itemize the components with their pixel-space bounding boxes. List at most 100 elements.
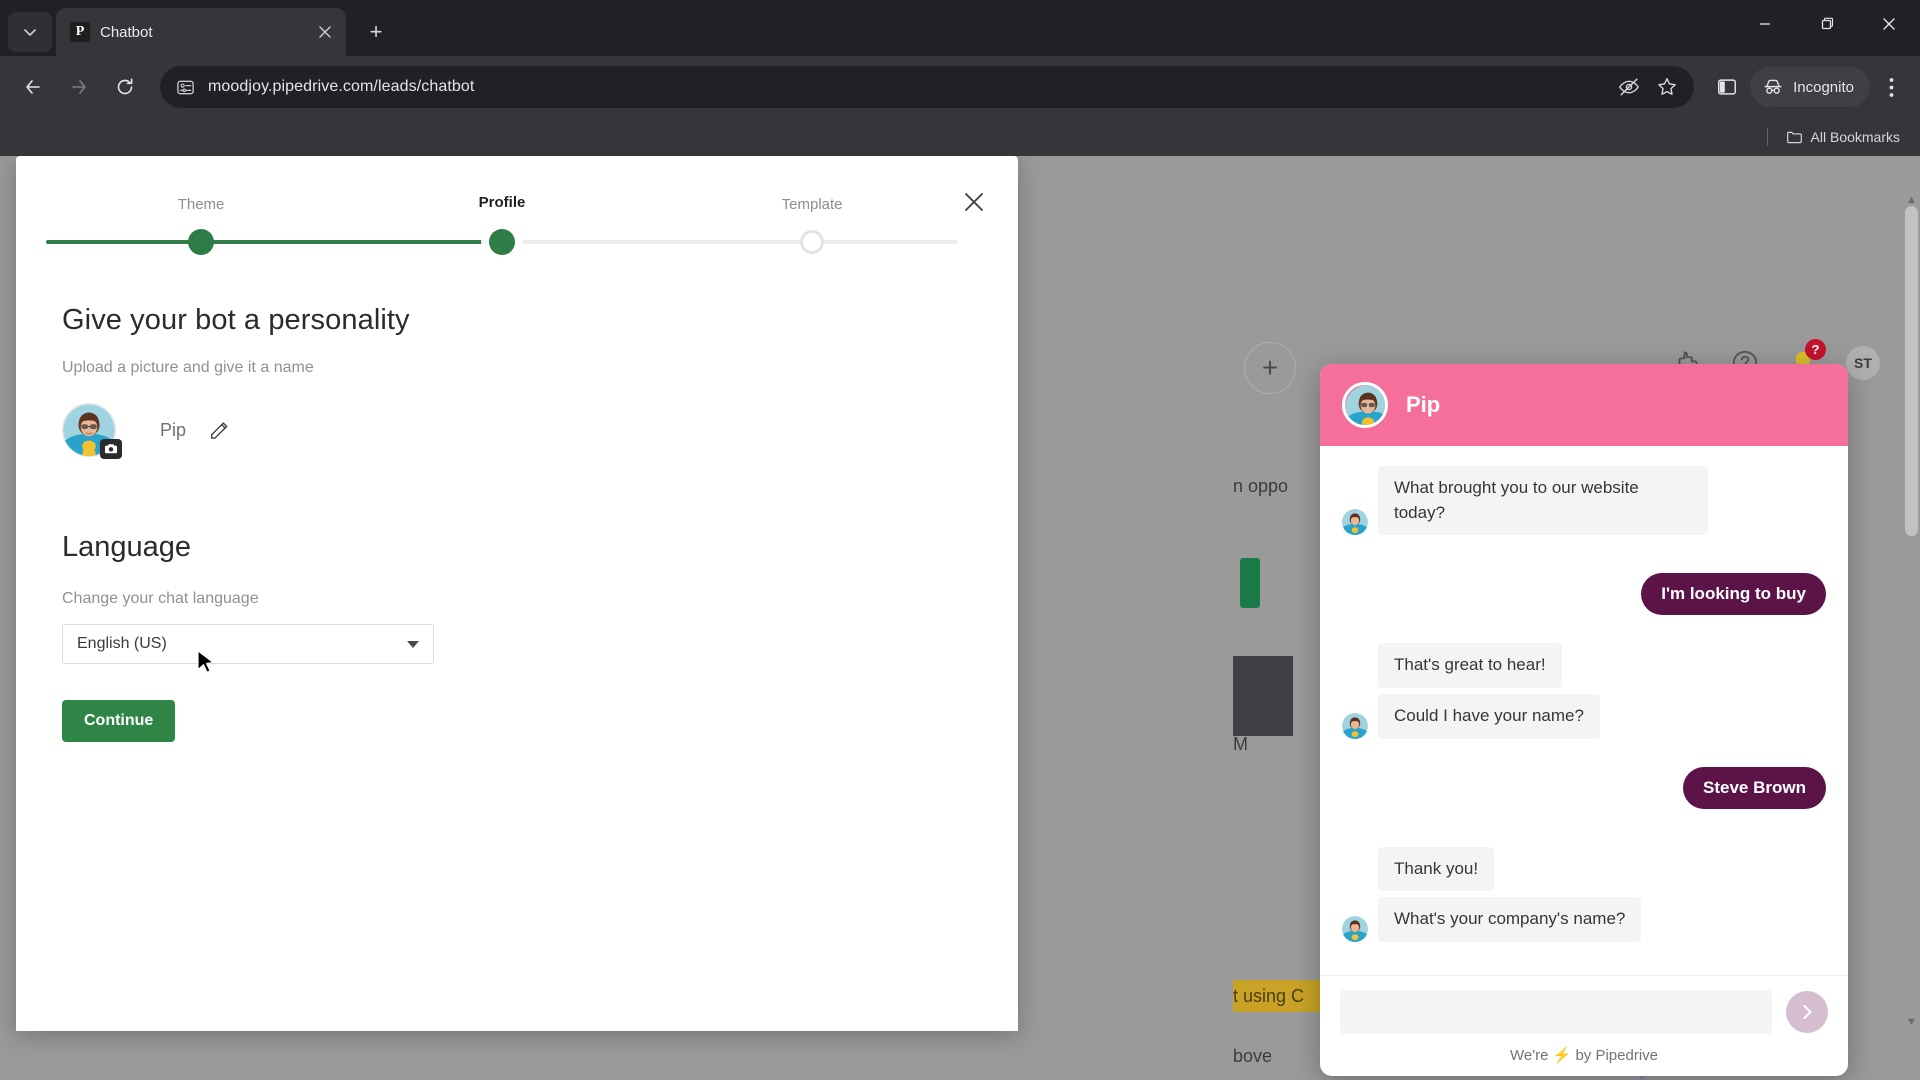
chat-credit: We're ⚡ by Pipedrive — [1340, 1046, 1828, 1064]
back-button[interactable] — [12, 66, 54, 108]
browser-toolbar: moodjoy.pipedrive.com/leads/chatbot Inco… — [0, 56, 1920, 118]
tab-close-button[interactable] — [314, 21, 336, 43]
page-viewport: + ? ST n oppo M t using C bove ▲ ▼ Theme… — [0, 156, 1920, 1080]
minimize-icon — [1760, 23, 1770, 25]
maximize-button[interactable] — [1796, 0, 1858, 48]
setup-stepper: Theme Profile Template — [46, 184, 958, 268]
step-dot-theme[interactable] — [188, 229, 215, 255]
add-button[interactable]: + — [1244, 342, 1296, 394]
back-arrow-icon — [26, 80, 40, 94]
chat-send-button[interactable] — [1786, 991, 1828, 1033]
minimize-button[interactable] — [1734, 0, 1796, 48]
bot-avatar-upload[interactable] — [62, 403, 122, 459]
page-title: Give your bot a personality — [62, 304, 410, 336]
camera-icon[interactable] — [100, 439, 122, 459]
reload-button[interactable] — [104, 66, 146, 108]
chat-bubble-bot: What's your company's name? — [1378, 897, 1642, 942]
bookmarks-bar: All Bookmarks — [0, 118, 1920, 156]
folder-icon — [1786, 131, 1802, 143]
background-green-bar — [1240, 558, 1260, 608]
close-window-button[interactable] — [1858, 0, 1920, 48]
bolt-icon: ⚡ — [1552, 1047, 1572, 1064]
chat-input-row — [1340, 990, 1828, 1034]
browser-window: P Chatbot + moodjoy.pipedrive.com/leads/… — [0, 0, 1920, 1080]
close-icon — [1883, 18, 1895, 30]
step-label-profile[interactable]: Profile — [479, 194, 526, 211]
chevron-down-icon — [24, 29, 36, 36]
personality-subtext: Upload a picture and give it a name — [62, 359, 314, 376]
all-bookmarks-button[interactable]: All Bookmarks — [1786, 129, 1900, 146]
chat-spacer — [1342, 621, 1826, 643]
bot-name-text[interactable]: Pip — [160, 420, 186, 441]
send-chevron-icon — [1803, 1005, 1812, 1019]
tab-strip: P Chatbot + — [0, 0, 1920, 56]
eye-slash-icon[interactable] — [1618, 76, 1640, 98]
chat-message-input[interactable] — [1340, 990, 1772, 1034]
avatar[interactable]: ST — [1846, 346, 1880, 380]
reload-icon — [117, 78, 133, 95]
side-panel-icon[interactable] — [1708, 68, 1746, 106]
bot-avatar-row: Pip — [62, 403, 1018, 459]
close-icon — [319, 26, 331, 38]
modal-close-button[interactable] — [954, 182, 994, 222]
chat-header-name: Pip — [1406, 392, 1441, 417]
page-scrollbar[interactable]: ▲ ▼ — [1905, 194, 1918, 1028]
language-heading: Language — [62, 531, 192, 563]
incognito-icon — [1764, 79, 1782, 94]
chevron-down-icon — [407, 640, 419, 648]
chat-row-bot: That's great to hear! — [1342, 643, 1826, 688]
credit-suffix: by Pipedrive — [1575, 1047, 1658, 1064]
scroll-up-arrow[interactable]: ▲ — [1905, 194, 1918, 206]
chat-bubble-user: Steve Brown — [1683, 766, 1826, 809]
tab-chatbot[interactable]: P Chatbot — [56, 8, 346, 56]
chat-header-avatar — [1342, 382, 1388, 428]
chat-row-user: I'm looking to buy — [1342, 573, 1826, 616]
url-text: moodjoy.pipedrive.com/leads/chatbot — [208, 78, 475, 95]
chat-row-bot: What's your company's name? — [1342, 897, 1826, 942]
background-fragment: bove — [1233, 1046, 1273, 1066]
notification-badge: ? — [1805, 339, 1826, 360]
background-fragment: n oppo — [1233, 476, 1289, 496]
chat-bubble-bot: What brought you to our website today? — [1378, 466, 1708, 536]
chat-widget-header: Pip — [1320, 364, 1848, 446]
chat-spacer — [1342, 745, 1826, 767]
all-bookmarks-label: All Bookmarks — [1810, 129, 1900, 145]
chat-bubble-bot: Thank you! — [1378, 846, 1495, 892]
step-label-template[interactable]: Template — [782, 196, 843, 213]
forward-button[interactable] — [58, 66, 100, 108]
chatbot-setup-modal: Theme Profile Template Give your bot a p… — [16, 156, 1018, 1031]
background-fragment: M — [1233, 734, 1248, 754]
incognito-label: Incognito — [1793, 78, 1854, 96]
chat-message-list: What brought you to our website today? I… — [1320, 446, 1848, 975]
scroll-down-arrow[interactable]: ▼ — [1905, 1016, 1918, 1028]
chat-bubble-user: I'm looking to buy — [1641, 573, 1826, 616]
language-select[interactable]: English (US) — [62, 624, 434, 664]
chat-widget-preview: Pip What brought you to our website toda… — [1320, 364, 1848, 1076]
stepper-track — [46, 229, 958, 255]
chat-spacer — [1342, 815, 1826, 847]
maximize-icon — [1821, 17, 1834, 30]
background-dark-block — [1233, 656, 1293, 736]
continue-button[interactable]: Continue — [62, 700, 176, 742]
star-icon[interactable] — [1656, 76, 1678, 98]
step-dot-profile[interactable] — [489, 229, 515, 255]
scrollbar-thumb[interactable] — [1905, 206, 1918, 536]
pencil-icon[interactable] — [208, 419, 230, 441]
incognito-indicator[interactable]: Incognito — [1750, 67, 1870, 107]
message-avatar — [1342, 509, 1368, 536]
bookmarks-divider — [1766, 128, 1768, 146]
step-label-theme[interactable]: Theme — [178, 196, 225, 213]
forward-arrow-icon — [72, 80, 86, 94]
new-tab-button[interactable]: + — [356, 12, 396, 52]
chat-row-user: Steve Brown — [1342, 766, 1826, 809]
kebab-menu-icon[interactable] — [1874, 67, 1908, 107]
tab-search-button[interactable] — [8, 12, 52, 52]
mouse-cursor — [197, 650, 214, 673]
page-info-icon[interactable] — [174, 76, 196, 98]
address-bar[interactable]: moodjoy.pipedrive.com/leads/chatbot — [160, 66, 1695, 108]
chat-row-bot: What brought you to our website today? — [1342, 466, 1826, 536]
chat-bubble-bot: Could I have your name? — [1378, 693, 1600, 739]
stepper-labels: Theme Profile Template — [46, 184, 958, 220]
step-dot-template[interactable] — [800, 230, 825, 254]
credit-prefix: We're — [1509, 1047, 1549, 1064]
